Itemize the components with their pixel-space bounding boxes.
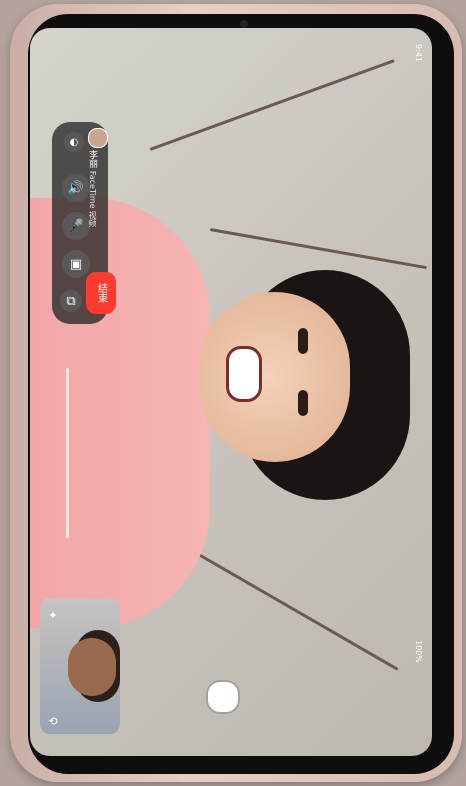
caller-status: FaceTime 视频 [88, 170, 97, 228]
caller-name: 李丽 [87, 150, 97, 168]
camera-toggle-button[interactable]: ▣ [62, 250, 90, 278]
front-camera-icon [240, 20, 248, 28]
share-screen-button[interactable]: ⧉ [60, 290, 82, 312]
end-call-button[interactable]: 结束 [86, 272, 116, 314]
self-view-thumbnail[interactable]: ✦ ⟲ [40, 598, 120, 734]
home-indicator [66, 368, 69, 538]
battery-status: 100% [414, 640, 423, 663]
effects-icon[interactable]: ✦ [46, 608, 60, 622]
remote-person-eye [298, 328, 308, 354]
status-time: 9:41 [414, 44, 423, 62]
remote-person-smile [226, 346, 262, 402]
self-person-face [68, 638, 116, 696]
menu-icon[interactable]: ◐ [64, 132, 84, 152]
capture-photo-button[interactable] [208, 682, 238, 712]
caller-avatar [88, 128, 108, 148]
facetime-controls-panel: 🔊 🎤 ▣ ⧉ 结束 ◐ [52, 122, 116, 324]
caller-info[interactable]: 李丽 FaceTime 视频 [86, 150, 98, 227]
branch [209, 228, 427, 270]
remote-person-face [200, 292, 350, 462]
flip-camera-icon[interactable]: ⟲ [46, 714, 60, 728]
remote-person-eye [298, 390, 308, 416]
branch [149, 59, 395, 151]
branch [189, 548, 399, 671]
